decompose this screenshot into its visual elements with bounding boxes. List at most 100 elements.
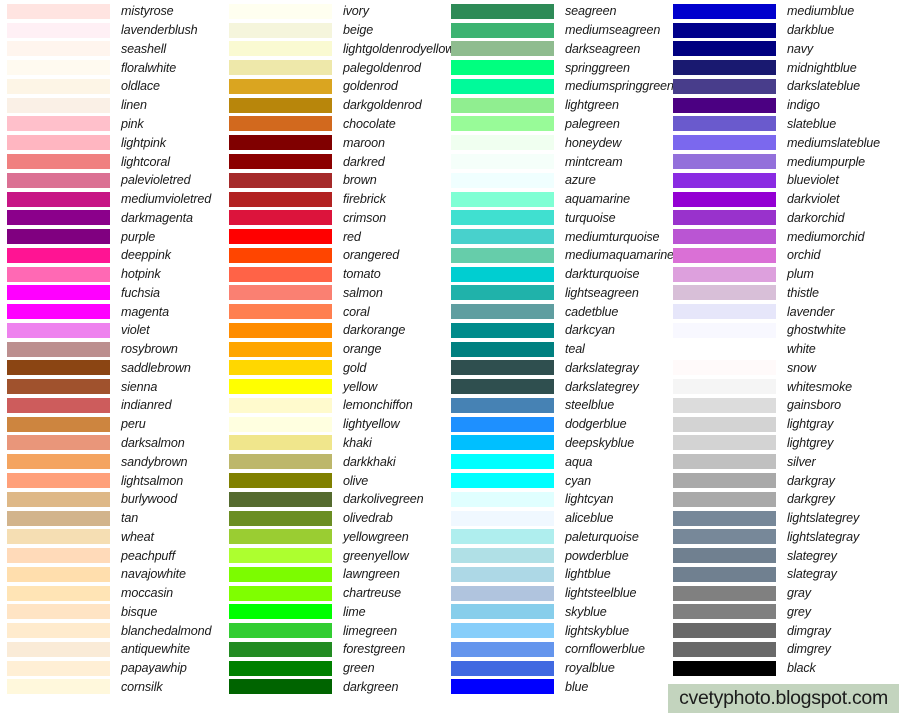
color-row: orangered <box>222 246 444 265</box>
color-name-label: sandybrown <box>121 454 188 469</box>
color-name-label: peachpuff <box>121 548 175 563</box>
color-row: mediumseagreen <box>444 21 666 40</box>
color-row: navy <box>666 40 899 59</box>
color-row: lightcoral <box>0 152 222 171</box>
color-swatch <box>229 3 332 19</box>
color-swatch <box>451 154 554 169</box>
color-swatch <box>7 397 110 413</box>
color-swatch <box>7 3 110 19</box>
color-row: palegoldenrod <box>222 58 444 77</box>
color-row: darkgoldenrod <box>222 96 444 115</box>
color-swatch <box>451 491 554 507</box>
color-row: dimgrey <box>666 640 899 659</box>
color-name-label: darkcyan <box>565 323 615 338</box>
color-name-label: blue <box>565 679 589 694</box>
color-swatch <box>7 304 110 320</box>
color-name-label: khaki <box>343 435 372 450</box>
color-row: midnightblue <box>666 58 899 77</box>
color-row: mediumaquamarine <box>444 246 674 265</box>
color-name-label: mintcream <box>565 154 623 169</box>
color-name-label: lemonchiffon <box>343 398 413 413</box>
color-swatch <box>673 623 776 639</box>
color-swatch <box>673 566 776 582</box>
color-swatch <box>229 229 332 245</box>
color-name-label: lightsalmon <box>121 473 184 488</box>
color-name-label: snow <box>787 360 816 375</box>
color-row: grey <box>666 603 899 622</box>
color-name-label: grey <box>787 604 811 619</box>
color-name-label: darkgreen <box>343 679 399 694</box>
color-row: dodgerblue <box>444 415 666 434</box>
color-name-label: mediumseagreen <box>565 23 661 38</box>
color-name-label: darkkhaki <box>343 454 396 469</box>
color-row: darkgray <box>666 471 899 490</box>
color-swatch <box>7 623 110 639</box>
color-row: snow <box>666 359 899 378</box>
color-name-label: papayawhip <box>121 661 187 676</box>
color-swatch-chart: mistyrose lavenderblush seashell floralwhit… <box>0 0 899 713</box>
color-row: mediumpurple <box>666 152 899 171</box>
color-row: cornsilk <box>0 678 222 697</box>
color-swatch <box>673 416 776 432</box>
color-swatch <box>7 435 110 451</box>
color-row: rosybrown <box>0 340 222 359</box>
color-swatch <box>229 623 332 639</box>
color-row: darkviolet <box>666 190 899 209</box>
color-row: darkgreen <box>222 678 444 697</box>
color-row: orchid <box>666 246 899 265</box>
color-row: lightblue <box>444 565 666 584</box>
color-name-label: lightcyan <box>565 492 614 507</box>
color-name-label: floralwhite <box>121 60 177 75</box>
color-swatch <box>7 604 110 620</box>
color-swatch <box>7 491 110 507</box>
color-name-label: gainsboro <box>787 398 841 413</box>
color-name-label: tan <box>121 511 139 526</box>
color-swatch <box>451 510 554 526</box>
color-row: slateblue <box>666 115 899 134</box>
color-name-label: coral <box>343 304 370 319</box>
color-swatch <box>7 97 110 113</box>
color-name-label: whitesmoke <box>787 379 852 394</box>
color-swatch <box>7 135 110 151</box>
color-name-label: slategrey <box>787 548 837 563</box>
color-swatch <box>7 360 110 376</box>
color-swatch <box>7 229 110 245</box>
color-row: lawngreen <box>222 565 444 584</box>
color-name-label: darkorchid <box>787 210 845 225</box>
color-column-2: ivory beige lightgoldenrodyellow palegolden… <box>222 0 454 713</box>
color-name-label: darkturquoise <box>565 267 640 282</box>
color-swatch <box>451 548 554 564</box>
color-swatch <box>451 360 554 376</box>
color-swatch <box>451 97 554 113</box>
color-swatch <box>673 473 776 489</box>
color-swatch <box>673 435 776 451</box>
color-name-label: lightslategray <box>787 529 860 544</box>
color-swatch <box>7 266 110 282</box>
color-row: seashell <box>0 40 222 59</box>
color-swatch <box>451 641 554 657</box>
color-swatch <box>451 379 554 395</box>
color-name-label: midnightblue <box>787 60 857 75</box>
color-swatch <box>673 116 776 132</box>
color-name-label: mediumslateblue <box>787 135 880 150</box>
color-name-label: blanchedalmond <box>121 623 212 638</box>
color-name-label: mediumblue <box>787 4 855 19</box>
color-name-label: darkslategray <box>565 360 639 375</box>
color-name-label: paleturquoise <box>565 529 639 544</box>
color-row: mediumturquoise <box>444 227 666 246</box>
color-name-label: indigo <box>787 98 820 113</box>
color-swatch <box>229 266 332 282</box>
color-row: pink <box>0 115 222 134</box>
color-swatch <box>229 397 332 413</box>
color-swatch <box>673 266 776 282</box>
color-swatch <box>229 247 332 263</box>
color-swatch <box>451 60 554 76</box>
color-swatch <box>229 473 332 489</box>
color-name-label: darksalmon <box>121 435 185 450</box>
color-name-label: lightslategrey <box>787 511 860 526</box>
color-swatch <box>451 660 554 676</box>
color-row: purple <box>0 227 222 246</box>
color-name-label: mediumaquamarine <box>565 248 674 263</box>
color-row: firebrick <box>222 190 444 209</box>
color-name-label: aquamarine <box>565 192 631 207</box>
